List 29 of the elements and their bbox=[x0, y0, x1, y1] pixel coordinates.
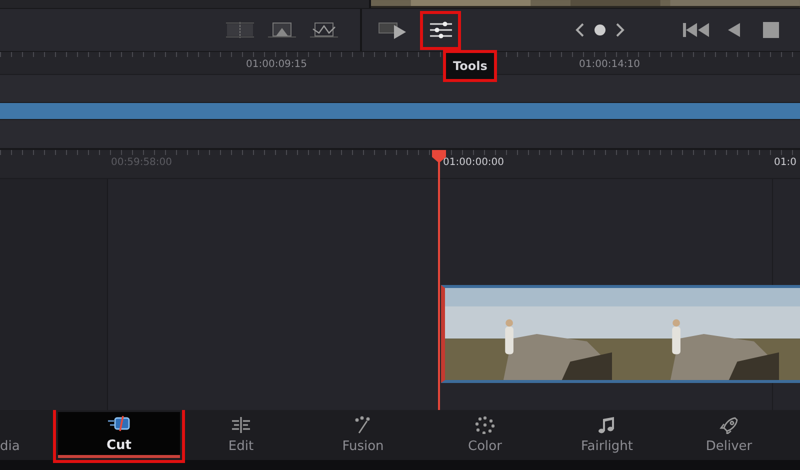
timecode: 01:00:00:00 bbox=[443, 156, 504, 170]
rocket-icon bbox=[718, 416, 740, 434]
clip-play-icon bbox=[378, 21, 408, 39]
tools-button[interactable] bbox=[422, 12, 459, 48]
waveform-icon bbox=[310, 22, 338, 38]
timecode: 01:00:14:10 bbox=[579, 59, 640, 72]
sliders-icon bbox=[428, 21, 452, 39]
split-view-icon bbox=[226, 22, 254, 38]
timecode: 01:00:09:15 bbox=[246, 59, 308, 72]
page-tab[interactable]: Edit bbox=[180, 410, 302, 460]
play-reverse-icon[interactable] bbox=[727, 22, 741, 38]
page-tab[interactable]: Color bbox=[424, 410, 546, 460]
timeline-ruler[interactable]: 00:59:58:00 01:00:00:00 01:0 bbox=[0, 150, 800, 179]
page-tab[interactable]: dia bbox=[0, 410, 58, 460]
histogram-icon bbox=[268, 22, 296, 38]
timeline-bar[interactable] bbox=[0, 103, 800, 120]
timecode: 01:0 bbox=[774, 156, 796, 170]
previous-icon[interactable] bbox=[575, 23, 585, 37]
skip-to-start-icon[interactable] bbox=[683, 22, 711, 38]
edit-icon bbox=[230, 416, 252, 434]
dots-icon bbox=[474, 416, 496, 434]
page-tab[interactable]: Deliver bbox=[668, 410, 790, 460]
page-tab[interactable]: Fairlight bbox=[546, 410, 668, 460]
timecode: 00:59:58:00 bbox=[111, 156, 172, 170]
page-tab[interactable]: Fusion bbox=[302, 410, 424, 460]
next-icon[interactable] bbox=[615, 23, 625, 37]
cut-icon bbox=[108, 414, 130, 432]
dot-icon[interactable] bbox=[593, 23, 607, 37]
tooltip: Tools bbox=[446, 53, 494, 79]
